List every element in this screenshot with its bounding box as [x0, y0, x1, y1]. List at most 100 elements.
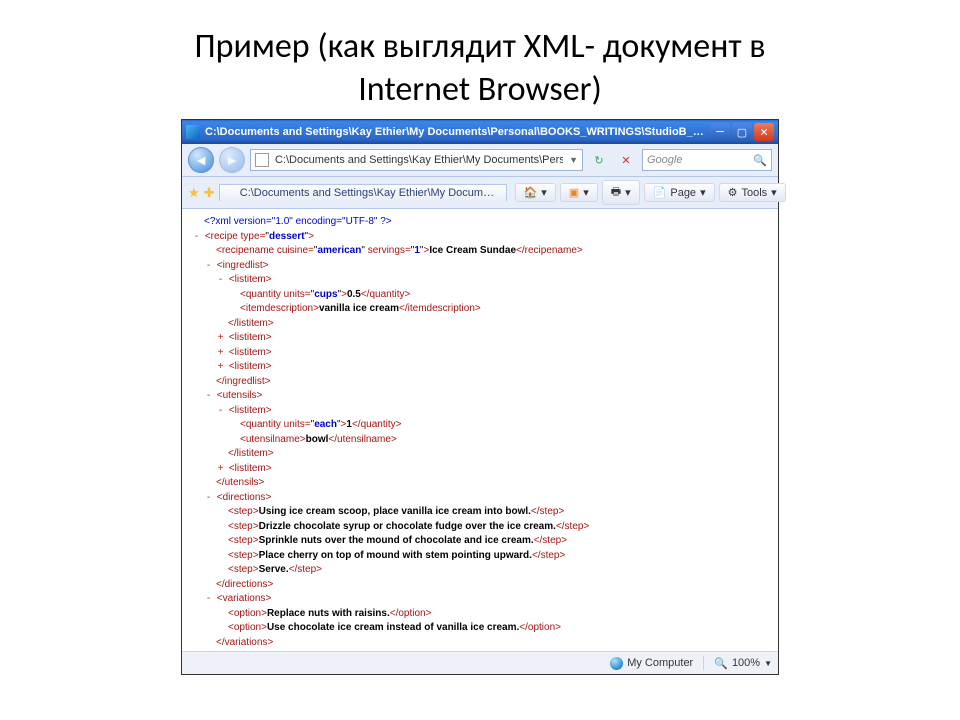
favorites-star-icon[interactable]: ★ — [188, 185, 200, 201]
directions-close: directions — [225, 579, 268, 590]
xml-utensils-open: - <utensils> — [192, 389, 772, 404]
feeds-button[interactable]: ▣▾ — [560, 183, 598, 202]
xml-utensils-close: </utensils> — [192, 476, 772, 491]
xml-listitem-open: - <listitem> — [192, 273, 772, 288]
tab-toolbar: ★ ✚ C:\Documents and Settings\Kay Ethier… — [182, 177, 778, 209]
xml-step-4: <step>Place cherry on top of mound with … — [192, 549, 772, 564]
listitem-tag3: listitem — [235, 347, 266, 358]
toggle-icon[interactable]: - — [192, 230, 201, 245]
xml-ingredlist-open: - <ingredlist> — [192, 259, 772, 274]
quantity-close: quantity — [369, 289, 404, 300]
chevron-down-icon: ▼ — [764, 659, 772, 668]
zoom-control[interactable]: 🔍 100% ▼ — [714, 657, 772, 670]
qty-05: 0.5 — [347, 289, 361, 300]
stop-button[interactable]: ✕ — [615, 149, 637, 171]
xml-itemdescription: <itemdescription>vanilla ice cream</item… — [192, 302, 772, 317]
search-box[interactable]: Google 🔍 — [642, 149, 772, 171]
search-placeholder: Google — [647, 154, 682, 166]
step-close: step — [542, 535, 561, 546]
attr-units2: units — [284, 419, 305, 430]
xml-listitem-open2: - <listitem> — [192, 404, 772, 419]
step2-text: Drizzle chocolate syrup or chocolate fud… — [259, 521, 556, 532]
titlebar[interactable]: C:\Documents and Settings\Kay Ethier\My … — [182, 120, 778, 144]
listitem-close: listitem — [237, 318, 268, 329]
close-button[interactable]: ✕ — [754, 123, 774, 141]
minimize-button[interactable]: ─ — [710, 123, 730, 141]
xml-recipe-open: - <recipe type="dessert"> — [192, 230, 772, 245]
utensilname-close: utensilname — [337, 434, 391, 445]
forward-button[interactable]: ► — [219, 147, 245, 173]
toggle-icon[interactable]: - — [216, 404, 225, 419]
address-bar[interactable]: ▼ — [250, 149, 583, 171]
globe-icon — [610, 657, 623, 670]
back-button[interactable]: ◄ — [188, 147, 214, 173]
print-icon: 🖶 — [611, 183, 621, 202]
ie-window: C:\Documents and Settings\Kay Ethier\My … — [182, 120, 778, 674]
xml-listitem-collapsed: + <listitem> — [192, 346, 772, 361]
listitem-close2: listitem — [237, 448, 268, 459]
print-button[interactable]: 🖶▾ — [602, 180, 640, 205]
step5-text: Serve. — [259, 564, 289, 575]
address-dropdown-icon[interactable]: ▼ — [569, 155, 578, 165]
step-close: step — [297, 564, 316, 575]
attr-servings: servings — [368, 245, 405, 256]
toggle-icon[interactable]: - — [204, 491, 213, 506]
recipename-tag: recipename — [222, 245, 274, 256]
xml-directions-close: </directions> — [192, 578, 772, 593]
add-favorite-icon[interactable]: ✚ — [204, 185, 215, 201]
xml-quantity-cups: <quantity units="cups">0.5</quantity> — [192, 288, 772, 303]
toggle-icon[interactable]: + — [216, 331, 225, 346]
maximize-button[interactable]: ▢ — [732, 123, 752, 141]
address-input[interactable] — [273, 153, 565, 167]
listitem-tag6: listitem — [235, 463, 266, 474]
recipename-close: recipename — [525, 245, 577, 256]
toggle-icon[interactable]: - — [216, 273, 225, 288]
xml-listitem-collapsed: + <listitem> — [192, 360, 772, 375]
page-icon — [255, 153, 269, 167]
xml-ingredlist-close: </ingredlist> — [192, 375, 772, 390]
step1-text: Using ice cream scoop, place vanilla ice… — [259, 506, 531, 517]
tools-menu[interactable]: ⚙Tools ▾ — [719, 183, 786, 202]
toggle-icon[interactable]: + — [216, 462, 225, 477]
quantity-tag: quantity — [246, 289, 281, 300]
step3-text: Sprinkle nuts over the mound of chocolat… — [259, 535, 534, 546]
xml-viewport[interactable]: <?xml version="1.0" encoding="UTF-8" ?> … — [182, 209, 778, 651]
utensilname-tag: utensilname — [246, 434, 300, 445]
xml-utensilname: <utensilname>bowl</utensilname> — [192, 433, 772, 448]
listitem-tag2: listitem — [235, 332, 266, 343]
page-menu[interactable]: 📄Page ▾ — [644, 183, 715, 202]
recipe-tag: recipe — [211, 231, 238, 242]
tab-label: C:\Documents and Settings\Kay Ethier\My … — [240, 187, 496, 199]
tab-favicon-icon — [226, 188, 236, 199]
title-line-2: Internet Browser) — [358, 69, 602, 110]
xml-declaration: <?xml version="1.0" encoding="UTF-8" ?> — [192, 215, 772, 230]
toggle-icon[interactable]: + — [216, 346, 225, 361]
security-zone[interactable]: My Computer — [610, 657, 693, 670]
navigation-bar: ◄ ► ▼ ↻ ✕ Google 🔍 — [182, 144, 778, 177]
step-tag: step — [234, 564, 253, 575]
step-close: step — [541, 550, 560, 561]
itemdesc-tag: itemdescription — [246, 303, 313, 314]
page-doc-icon: 📄 — [653, 186, 667, 199]
tools-label: Tools — [741, 187, 767, 199]
option1-text: Replace nuts with raisins. — [267, 608, 390, 619]
xml-variations-close: </variations> — [192, 636, 772, 651]
ingredlist-close: ingredlist — [225, 376, 265, 387]
xml-step-3: <step>Sprinkle nuts over the mound of ch… — [192, 534, 772, 549]
toggle-icon[interactable]: - — [204, 389, 213, 404]
xml-step-2: <step>Drizzle chocolate syrup or chocola… — [192, 520, 772, 535]
status-divider — [703, 656, 704, 670]
listitem-tag4: listitem — [235, 361, 266, 372]
val-cups: cups — [314, 289, 337, 300]
toggle-icon[interactable]: - — [204, 259, 213, 274]
browser-tab[interactable]: C:\Documents and Settings\Kay Ethier\My … — [219, 184, 507, 201]
refresh-button[interactable]: ↻ — [588, 149, 610, 171]
step-tag: step — [234, 521, 253, 532]
search-icon[interactable]: 🔍 — [753, 154, 767, 167]
attr-cuisine: cuisine — [277, 245, 308, 256]
zoom-value: 100% — [732, 657, 760, 669]
home-button[interactable]: 🏠▾ — [515, 183, 556, 202]
status-bar: My Computer 🔍 100% ▼ — [182, 651, 778, 674]
toggle-icon[interactable]: - — [204, 592, 213, 607]
toggle-icon[interactable]: + — [216, 360, 225, 375]
